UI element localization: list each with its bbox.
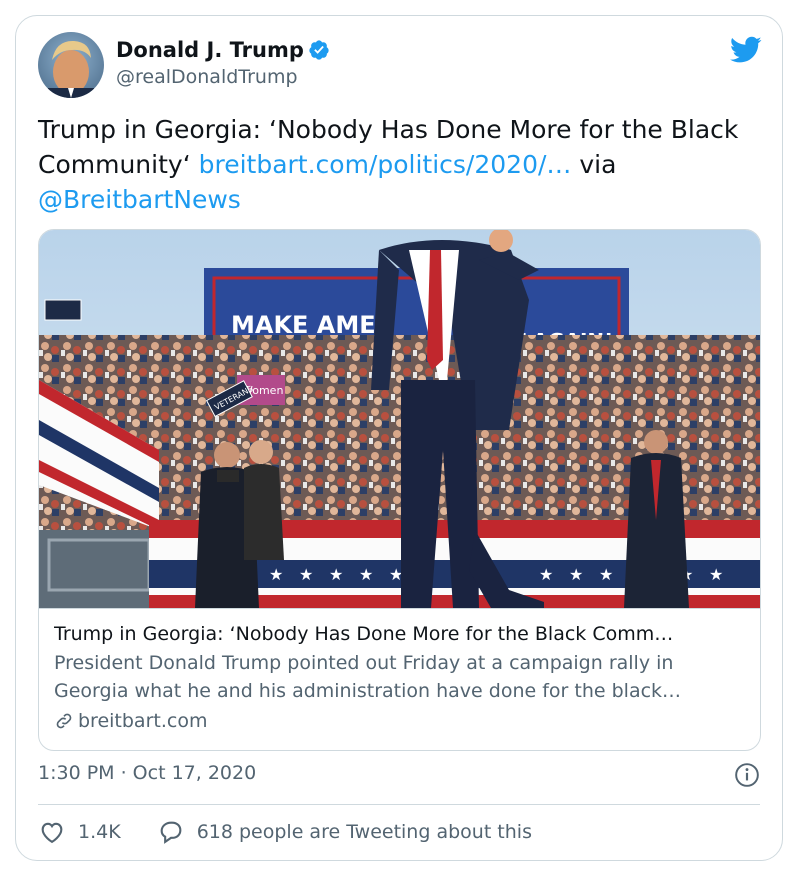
svg-text:★: ★ bbox=[569, 565, 583, 584]
banner-text-left: MAKE AME bbox=[231, 311, 376, 339]
tweet-embed: Donald J. Trump @realDonaldTrump Trump i… bbox=[15, 15, 783, 861]
info-icon[interactable] bbox=[734, 762, 760, 788]
avatar[interactable] bbox=[38, 32, 104, 98]
like-button[interactable]: 1.4K bbox=[38, 818, 157, 846]
verified-badge-icon bbox=[308, 39, 330, 61]
mention-link[interactable]: @BreitbartNews bbox=[38, 185, 241, 214]
svg-text:★: ★ bbox=[359, 565, 373, 584]
link-card-title: Trump in Georgia: ‘Nobody Has Done More … bbox=[54, 623, 674, 645]
link-preview-card[interactable]: MAKE AME T AGAIN! Women VETERANS bbox=[38, 229, 761, 751]
link-card-description: President Donald Trump pointed out Frida… bbox=[54, 652, 682, 702]
link-card-domain-text: breitbart.com bbox=[78, 710, 208, 732]
link-icon bbox=[56, 713, 72, 729]
svg-text:★: ★ bbox=[299, 565, 313, 584]
author-block[interactable]: Donald J. Trump @realDonaldTrump bbox=[116, 38, 330, 88]
svg-text:★: ★ bbox=[599, 565, 613, 584]
timestamp[interactable]: 1:30 PM · Oct 17, 2020 bbox=[38, 762, 256, 784]
rally-photo: MAKE AME T AGAIN! Women VETERANS bbox=[39, 230, 760, 608]
twitter-bird-icon[interactable] bbox=[729, 36, 762, 64]
heart-icon bbox=[41, 822, 63, 844]
handle[interactable]: @realDonaldTrump bbox=[116, 66, 330, 88]
like-count: 1.4K bbox=[78, 821, 121, 843]
conversation-text: 618 people are Tweeting about this bbox=[196, 821, 532, 843]
tweet-link[interactable]: breitbart.com/politics/2020/… bbox=[199, 150, 572, 179]
svg-text:★: ★ bbox=[709, 565, 723, 584]
link-card-meta: Trump in Georgia: ‘Nobody Has Done More … bbox=[39, 608, 760, 750]
tweet-text-part2: via bbox=[571, 150, 617, 179]
link-card-domain: breitbart.com bbox=[54, 707, 747, 735]
divider bbox=[38, 804, 760, 805]
svg-text:★: ★ bbox=[539, 565, 553, 584]
speech-bubble-icon bbox=[160, 821, 182, 844]
display-name[interactable]: Donald J. Trump bbox=[116, 38, 304, 62]
action-bar: 1.4K 618 people are Tweeting about this bbox=[38, 818, 532, 846]
svg-text:★: ★ bbox=[269, 565, 283, 584]
svg-text:★: ★ bbox=[329, 565, 343, 584]
tweet-text: Trump in Georgia: ‘Nobody Has Done More … bbox=[38, 112, 758, 217]
conversation-link[interactable]: 618 people are Tweeting about this bbox=[157, 818, 532, 846]
